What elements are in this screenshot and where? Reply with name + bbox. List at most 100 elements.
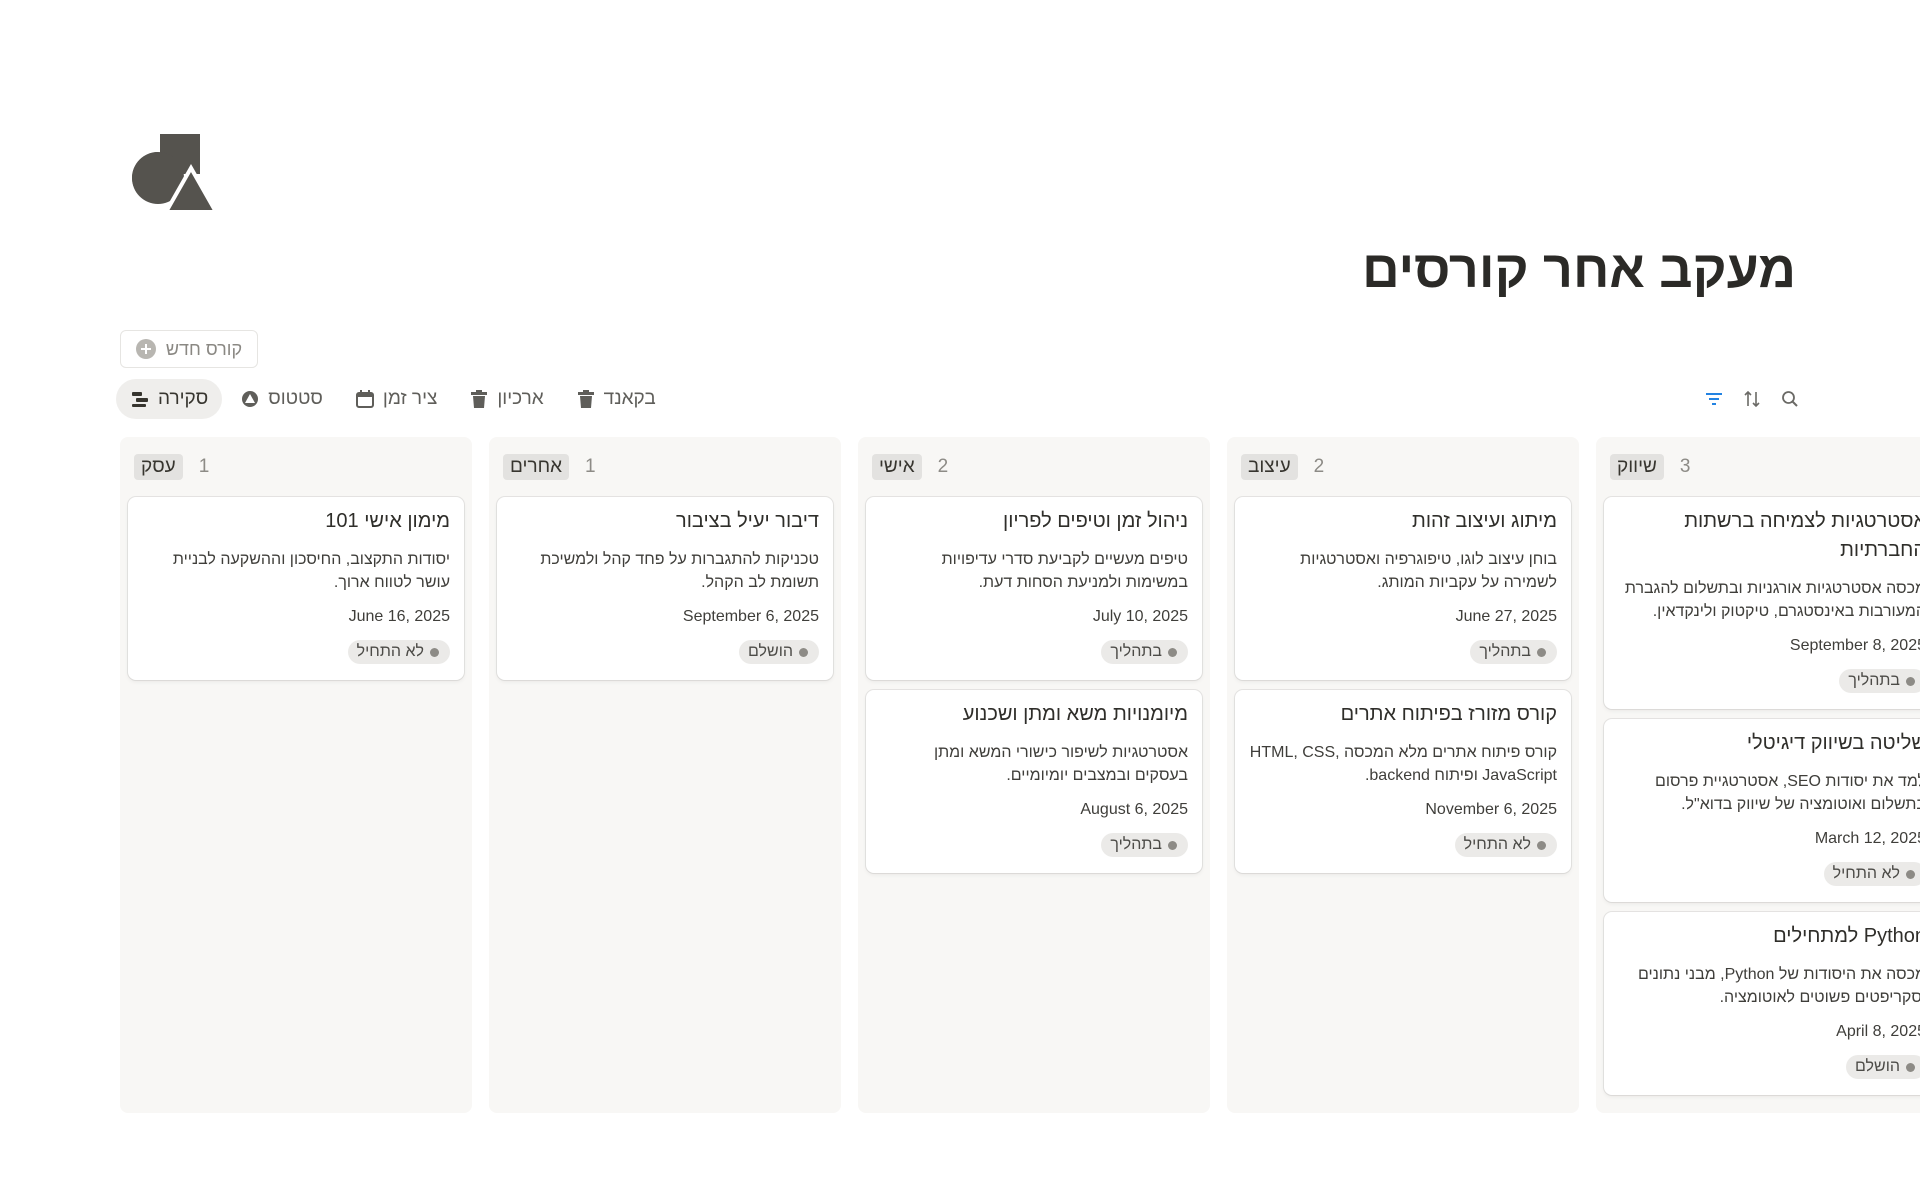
- status-badge: הושלם: [739, 640, 819, 664]
- card-description: מכסה את היסודות של Python, מבני נתונים ו…: [1637, 966, 1920, 1006]
- page-title: מעקב אחר קורסים: [1362, 241, 1796, 299]
- column-count: 1: [198, 456, 210, 477]
- card-date: April 8, 2025: [1836, 1023, 1920, 1040]
- tab-overview[interactable]: סקירה: [116, 379, 223, 419]
- status-badge: בתהליך: [1101, 833, 1188, 857]
- card-description: טכניקות להתגברות על פחד קהל ולמשיכת תשומ…: [540, 551, 819, 591]
- column-count: 2: [1313, 456, 1325, 477]
- card-title: מיומנויות משא ומתן ושכנוע: [962, 703, 1188, 725]
- status-badge: בתהליך: [1101, 640, 1188, 664]
- course-card[interactable]: שליטה בשיווק דיגיטלי למד את יסודות SEO, א…: [1604, 719, 1920, 902]
- plus-icon: [135, 339, 156, 359]
- status-label: לא התחיל: [1832, 865, 1900, 882]
- status-badge: בתהליך: [1470, 640, 1557, 664]
- card-description: למד את יסודות SEO, אסטרטגיית פרסום בתשלו…: [1655, 773, 1920, 813]
- tab-status[interactable]: סטטוס: [226, 379, 337, 419]
- course-card[interactable]: מימון אישי 101 יסודות התקצוב, החיסכון והה…: [128, 497, 464, 680]
- board-column: אחרים 1 דיבור יעיל בציבור טכניקות להתגברות …: [489, 437, 841, 1113]
- card-date: July 10, 2025: [1092, 608, 1188, 625]
- new-course-button[interactable]: קורס חדש: [120, 330, 258, 368]
- course-card[interactable]: מיתוג ועיצוב זהות בוחן עיצוב לוגו, טיפוגר…: [1235, 497, 1571, 680]
- status-badge: לא התחיל: [1823, 862, 1920, 886]
- card-title: שליטה בשיווק דיגיטלי: [1746, 732, 1920, 754]
- board-column: עיצוב 2 מיתוג ועיצוב זהות בוחן עיצוב לוגו, …: [1227, 437, 1579, 1113]
- kanban-board: עסק 1 מימון אישי 101 יסודות התקצוב, החיסכון…: [120, 437, 1920, 1113]
- course-card[interactable]: דיבור יעיל בציבור טכניקות להתגברות על פחד…: [497, 497, 833, 680]
- column-header[interactable]: עסק 1: [128, 447, 464, 487]
- card-date: June 16, 2025: [348, 608, 450, 625]
- status-label: לא התחיל: [356, 643, 424, 660]
- trash-icon: [577, 390, 594, 408]
- status-dot-icon: [1906, 1062, 1915, 1072]
- card-date: March 12, 2025: [1814, 830, 1920, 847]
- card-description: יסודות התקצוב, החיסכון וההשקעה לבניית עו…: [172, 551, 450, 591]
- status-dot-icon: [1537, 840, 1546, 850]
- course-card[interactable]: קורס מזורז בפיתוח אתרים קורס פיתוח אתרים …: [1235, 690, 1571, 873]
- tab-label: בקאנד: [603, 388, 656, 409]
- card-date: September 6, 2025: [682, 608, 819, 625]
- card-description: בוחן עיצוב לוגו, טיפוגרפיה ואסטרטגיות לש…: [1300, 551, 1557, 591]
- tab-label: ארכיון: [497, 388, 544, 409]
- tab-label: סקירה: [158, 388, 209, 409]
- status-icon: [242, 391, 259, 407]
- column-tag: עיצוב: [1241, 454, 1298, 480]
- status-dot-icon: [1168, 647, 1177, 657]
- status-dot-icon: [1537, 647, 1546, 657]
- card-title: קורס מזורז בפיתוח אתרים: [1340, 703, 1557, 725]
- board-column: אישי 2 ניהול זמן וטיפים לפריון טיפים מעשיים…: [858, 437, 1210, 1113]
- status-dot-icon: [1168, 840, 1177, 850]
- status-label: בתהליך: [1110, 836, 1162, 853]
- course-card[interactable]: אסטרטגיות לצמיחה ברשתות החברתיות מכסה אסט…: [1604, 497, 1920, 709]
- status-dot-icon: [430, 647, 439, 657]
- tab-backend[interactable]: בקאנד: [562, 379, 670, 419]
- column-header[interactable]: עיצוב 2: [1235, 447, 1571, 487]
- sort-icon[interactable]: [1742, 389, 1762, 409]
- course-card[interactable]: Python למתחילים מכסה את היסודות של Python…: [1604, 912, 1920, 1095]
- column-tag: שיווק: [1610, 454, 1664, 480]
- tab-label: סטטוס: [268, 388, 323, 409]
- status-badge: לא התחיל: [1454, 833, 1557, 857]
- filter-icon[interactable]: [1704, 389, 1724, 409]
- column-tag: אישי: [872, 454, 922, 480]
- new-course-label: קורס חדש: [165, 338, 243, 359]
- calendar-icon: [355, 390, 374, 408]
- toolbar: [1704, 389, 1800, 409]
- card-title: אסטרטגיות לצמיחה ברשתות החברתיות: [1684, 510, 1920, 561]
- board-column: עסק 1 מימון אישי 101 יסודות התקצוב, החיסכון…: [120, 437, 472, 1113]
- card-date: August 6, 2025: [1080, 801, 1188, 818]
- status-label: בתהליך: [1479, 643, 1531, 660]
- card-title: מיתוג ועיצוב זהות: [1412, 510, 1557, 532]
- card-date: September 8, 2025: [1789, 637, 1920, 654]
- status-label: הושלם: [1855, 1058, 1900, 1075]
- status-label: בתהליך: [1848, 672, 1900, 689]
- status-badge: הושלם: [1846, 1055, 1920, 1079]
- column-count: 2: [937, 456, 949, 477]
- card-title: ניהול זמן וטיפים לפריון: [1003, 510, 1188, 532]
- status-label: הושלם: [748, 643, 793, 660]
- column-header[interactable]: אחרים 1: [497, 447, 833, 487]
- status-dot-icon: [1906, 676, 1915, 686]
- trash-icon: [471, 390, 488, 408]
- column-tag: עסק: [134, 454, 183, 480]
- tab-timeline[interactable]: ציר זמן: [341, 379, 451, 419]
- card-description: קורס פיתוח אתרים מלא המכסה HTML, CSS, Ja…: [1249, 744, 1557, 784]
- status-label: לא התחיל: [1463, 836, 1531, 853]
- status-label: בתהליך: [1110, 643, 1162, 660]
- tab-archive[interactable]: ארכיון: [455, 379, 557, 419]
- status-badge: לא התחיל: [347, 640, 450, 664]
- column-header[interactable]: אישי 2: [866, 447, 1202, 487]
- status-badge: בתהליך: [1839, 669, 1920, 693]
- column-tag: אחרים: [503, 454, 570, 480]
- shapes-icon: [132, 134, 218, 212]
- card-date: November 6, 2025: [1425, 801, 1557, 818]
- view-tabs: סקירה סטטוס ציר זמן ארכיון בקאנד: [116, 379, 670, 419]
- board-column: שיווק 3 אסטרטגיות לצמיחה ברשתות החברתיות מכ…: [1596, 437, 1920, 1113]
- status-dot-icon: [1906, 869, 1915, 879]
- search-icon[interactable]: [1780, 389, 1800, 409]
- card-date: June 27, 2025: [1455, 608, 1557, 625]
- course-card[interactable]: מיומנויות משא ומתן ושכנוע אסטרטגיות לשיפו…: [866, 690, 1202, 873]
- column-header[interactable]: שיווק 3: [1604, 447, 1920, 487]
- course-card[interactable]: ניהול זמן וטיפים לפריון טיפים מעשיים לקבי…: [866, 497, 1202, 680]
- card-description: טיפים מעשיים לקביעת סדרי עדיפויות במשימו…: [941, 551, 1188, 591]
- column-count: 3: [1679, 456, 1691, 477]
